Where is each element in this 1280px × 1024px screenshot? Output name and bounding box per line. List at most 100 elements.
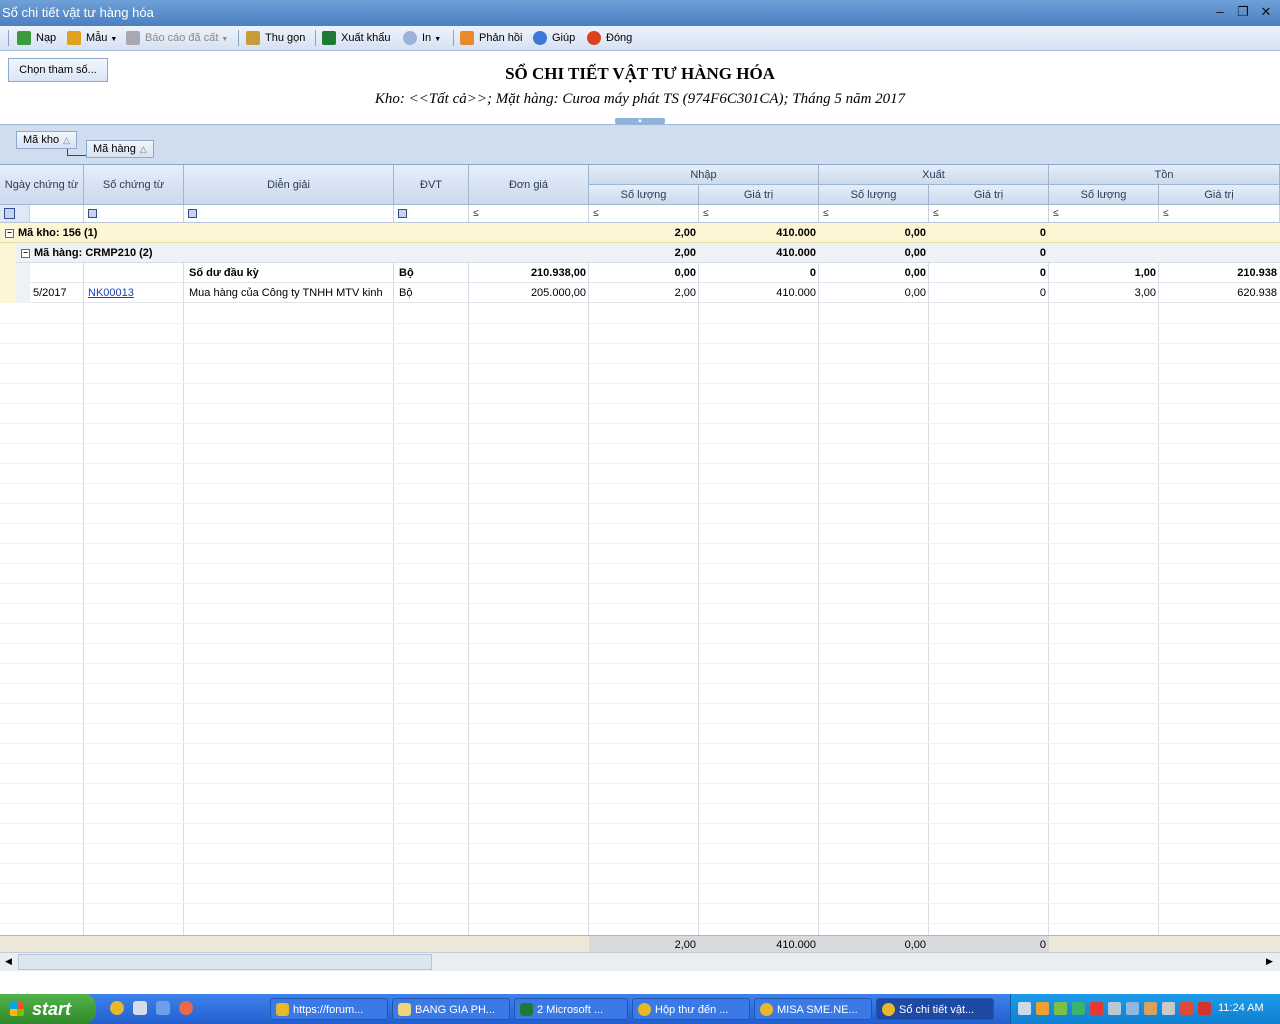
col-ngay-chung-tu[interactable]: Ngày chứng từ bbox=[0, 165, 84, 205]
scroll-right-icon[interactable]: ▶ bbox=[1266, 956, 1273, 967]
filter-xuat-sl[interactable]: ≤ bbox=[819, 205, 929, 223]
scrollbar-thumb[interactable] bbox=[18, 954, 432, 970]
table-row[interactable]: Số dư đầu kỳ Bộ 210.938,00 0,00 0 0,00 0… bbox=[0, 263, 1280, 283]
filter-ton-gt[interactable]: ≤ bbox=[1159, 205, 1280, 223]
window-title: Sổ chi tiết vật tư hàng hóa bbox=[2, 5, 154, 20]
task-misa[interactable]: MISA SME.NE... bbox=[754, 998, 872, 1020]
grid-row-line bbox=[0, 363, 1280, 364]
close-window-button[interactable]: ✕ bbox=[1256, 3, 1276, 21]
chrome-icon bbox=[882, 1003, 895, 1016]
tray-network-icon[interactable] bbox=[1126, 1002, 1139, 1015]
group-connector bbox=[67, 155, 86, 156]
giup-button[interactable]: Giúp bbox=[533, 29, 575, 47]
cell-dvt: Bộ bbox=[399, 267, 414, 279]
group-row-hang[interactable]: − Mã hàng: CRMP210 (2) 2,00 410.000 0,00 … bbox=[0, 243, 1280, 263]
col-dien-giai[interactable]: Diễn giải bbox=[184, 165, 394, 205]
chevron-down-icon: ▼ bbox=[221, 36, 229, 43]
indent bbox=[16, 283, 30, 303]
group-kho-nhap-sl: 2,00 bbox=[674, 227, 696, 239]
nap-button[interactable]: Nạp bbox=[17, 29, 56, 47]
filter-ton-sl[interactable]: ≤ bbox=[1049, 205, 1159, 223]
tray-antivirus-icon[interactable] bbox=[1090, 1002, 1103, 1015]
cell-nhap-sl: 0,00 bbox=[674, 267, 696, 279]
bao-cao-da-cat-button[interactable]: Báo cáo đã cất ▼ bbox=[126, 29, 228, 47]
filter-dien-giai[interactable] bbox=[184, 205, 394, 223]
col-ton-so-luong[interactable]: Số lượng bbox=[1049, 185, 1159, 205]
tray-app-icon[interactable] bbox=[1036, 1002, 1049, 1015]
filter-le-op: ≤ bbox=[823, 208, 829, 219]
ie-icon[interactable] bbox=[156, 1001, 170, 1015]
group-by-ma-hang[interactable]: Mã hàng △ bbox=[86, 140, 154, 158]
tray-shield-icon[interactable] bbox=[1198, 1002, 1211, 1015]
restore-button[interactable]: ❐ bbox=[1233, 3, 1253, 21]
col-don-gia[interactable]: Đơn giá bbox=[469, 165, 589, 205]
table-row[interactable]: 5/2017 NK00013 Mua hàng của Công ty TNHH… bbox=[0, 283, 1280, 303]
cell-nhap-gt: 410.000 bbox=[776, 287, 816, 299]
col-ton-gia-tri[interactable]: Giá trị bbox=[1159, 185, 1280, 205]
collapse-icon[interactable]: − bbox=[21, 248, 30, 258]
filter-nhap-sl[interactable]: ≤ bbox=[589, 205, 699, 223]
tray-app-icon[interactable] bbox=[1054, 1002, 1067, 1015]
filter-ngay[interactable] bbox=[30, 205, 84, 223]
tray-network-icon[interactable] bbox=[1018, 1002, 1031, 1015]
scroll-left-icon[interactable]: ◀ bbox=[5, 956, 12, 967]
sort-asc-icon: △ bbox=[63, 135, 70, 145]
indent bbox=[0, 243, 16, 263]
tray-app-icon[interactable] bbox=[1072, 1002, 1085, 1015]
col-xuat-gia-tri[interactable]: Giá trị bbox=[929, 185, 1049, 205]
task-gmail[interactable]: Hộp thư đến ... bbox=[632, 998, 750, 1020]
task-forum[interactable]: https://forum... bbox=[270, 998, 388, 1020]
filter-row-header[interactable] bbox=[0, 205, 30, 223]
tray-app-icon[interactable] bbox=[1144, 1002, 1157, 1015]
cell-don-gia: 210.938,00 bbox=[530, 267, 586, 279]
cell-xuat-gt: 0 bbox=[1039, 287, 1046, 299]
dong-button[interactable]: Đóng bbox=[587, 29, 632, 47]
mau-button[interactable]: Mẫu ▼ bbox=[67, 29, 117, 47]
group-row-kho[interactable]: − Mã kho: 156 (1) 2,00 410.000 0,00 0 bbox=[0, 223, 1280, 243]
volume-icon[interactable] bbox=[1162, 1002, 1175, 1015]
grid-row-line bbox=[0, 383, 1280, 384]
group-by-ma-kho[interactable]: Mã kho △ bbox=[16, 131, 77, 149]
filter-dvt[interactable] bbox=[394, 205, 469, 223]
group-kho-xuat-gt: 0 bbox=[1039, 227, 1046, 239]
indent bbox=[16, 263, 30, 283]
filter-nhap-gt[interactable]: ≤ bbox=[699, 205, 819, 223]
quicklaunch-app-icon[interactable] bbox=[179, 1001, 193, 1015]
grid-row-line bbox=[0, 823, 1280, 824]
minimize-button[interactable]: – bbox=[1210, 3, 1230, 21]
indent bbox=[0, 283, 16, 303]
group-kho-xuat-sl: 0,00 bbox=[904, 227, 926, 239]
cell-so-link[interactable]: NK00013 bbox=[85, 283, 184, 303]
col-nhap-so-luong[interactable]: Số lượng bbox=[589, 185, 699, 205]
collapse-icon[interactable]: − bbox=[5, 228, 14, 238]
chrome-icon[interactable] bbox=[110, 1001, 124, 1015]
start-button[interactable]: start bbox=[0, 994, 96, 1024]
grid-row-line bbox=[0, 423, 1280, 424]
filter-so[interactable] bbox=[84, 205, 184, 223]
in-button[interactable]: In ▼ bbox=[403, 29, 441, 47]
phan-hoi-button[interactable]: Phản hồi bbox=[460, 29, 522, 47]
task-bang-gia[interactable]: BANG GIA PH... bbox=[392, 998, 510, 1020]
filter-don-gia[interactable]: ≤ bbox=[469, 205, 589, 223]
windows-logo-icon bbox=[10, 1002, 24, 1016]
task-so-chi-tiet[interactable]: Sổ chi tiết vật... bbox=[876, 998, 994, 1020]
filter-xuat-gt[interactable]: ≤ bbox=[929, 205, 1049, 223]
col-so-chung-tu[interactable]: Số chứng từ bbox=[84, 165, 184, 205]
cell-xuat-gt: 0 bbox=[1039, 267, 1046, 279]
col-nhap-gia-tri[interactable]: Giá trị bbox=[699, 185, 819, 205]
help-icon bbox=[533, 31, 547, 46]
group-hang-label: Mã hàng: CRMP210 (2) bbox=[34, 247, 153, 259]
grid-row-line bbox=[0, 643, 1280, 644]
tray-app-icon[interactable] bbox=[1108, 1002, 1121, 1015]
task-excel[interactable]: 2 Microsoft ... bbox=[514, 998, 628, 1020]
col-dvt[interactable]: ĐVT bbox=[394, 165, 469, 205]
toolbar: Nạp Mẫu ▼ Báo cáo đã cất ▼ Thu gọn Xuất kh… bbox=[0, 26, 1280, 51]
xuat-khau-button[interactable]: Xuất khẩu bbox=[322, 29, 391, 47]
group-label-ma-kho: Mã kho bbox=[23, 134, 60, 146]
tray-shield-icon[interactable] bbox=[1180, 1002, 1193, 1015]
col-xuat-so-luong[interactable]: Số lượng bbox=[819, 185, 929, 205]
grid-row-line bbox=[0, 763, 1280, 764]
thu-gon-button[interactable]: Thu gọn bbox=[246, 29, 305, 47]
save-icon bbox=[126, 31, 140, 46]
show-desktop-icon[interactable] bbox=[133, 1001, 147, 1015]
